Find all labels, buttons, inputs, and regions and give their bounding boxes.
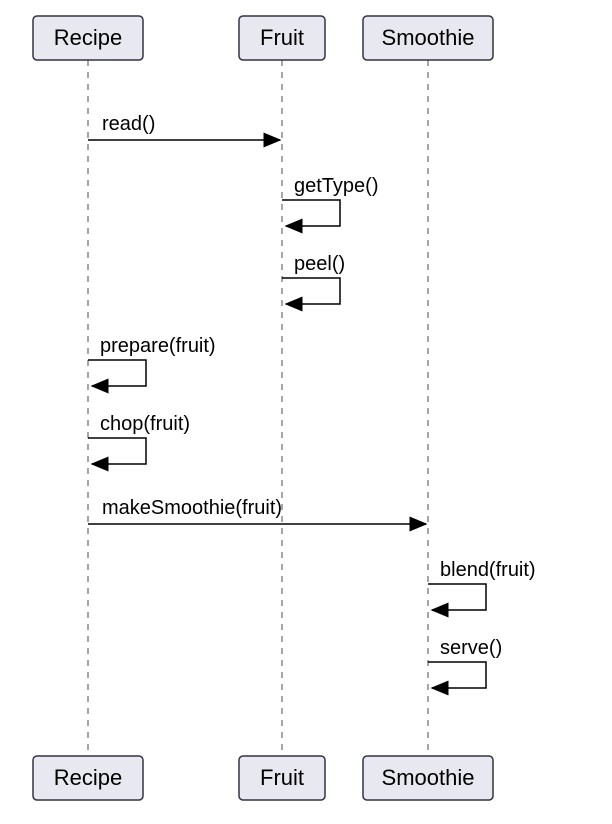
- message-label: serve(): [440, 637, 502, 659]
- message-label: read(): [102, 113, 155, 135]
- message-1: getType(): [282, 175, 378, 226]
- message-4: chop(fruit): [88, 413, 190, 464]
- participant-label-fruit-top: Fruit: [260, 25, 304, 50]
- message-label: makeSmoothie(fruit): [102, 497, 282, 519]
- sequence-diagram: RecipeFruitSmoothie RecipeFruitSmoothie …: [0, 0, 612, 824]
- message-label: prepare(fruit): [100, 335, 216, 357]
- message-label: chop(fruit): [100, 413, 190, 435]
- message-2: peel(): [282, 253, 345, 304]
- participant-label-recipe-top: Recipe: [54, 25, 122, 50]
- message-6: blend(fruit): [428, 559, 536, 610]
- message-label: getType(): [294, 175, 378, 197]
- message-5: makeSmoothie(fruit): [88, 497, 426, 524]
- participant-label-recipe-bottom: Recipe: [54, 765, 122, 790]
- message-self-loop: [282, 278, 340, 304]
- message-self-loop: [88, 438, 146, 464]
- message-self-loop: [282, 200, 340, 226]
- message-self-loop: [428, 662, 486, 688]
- message-self-loop: [428, 584, 486, 610]
- participant-label-smoothie-top: Smoothie: [382, 25, 475, 50]
- message-label: peel(): [294, 253, 345, 275]
- participant-label-smoothie-bottom: Smoothie: [382, 765, 475, 790]
- participant-label-fruit-bottom: Fruit: [260, 765, 304, 790]
- message-label: blend(fruit): [440, 559, 536, 581]
- message-3: prepare(fruit): [88, 335, 216, 386]
- message-self-loop: [88, 360, 146, 386]
- message-0: read(): [88, 113, 280, 140]
- message-7: serve(): [428, 637, 502, 688]
